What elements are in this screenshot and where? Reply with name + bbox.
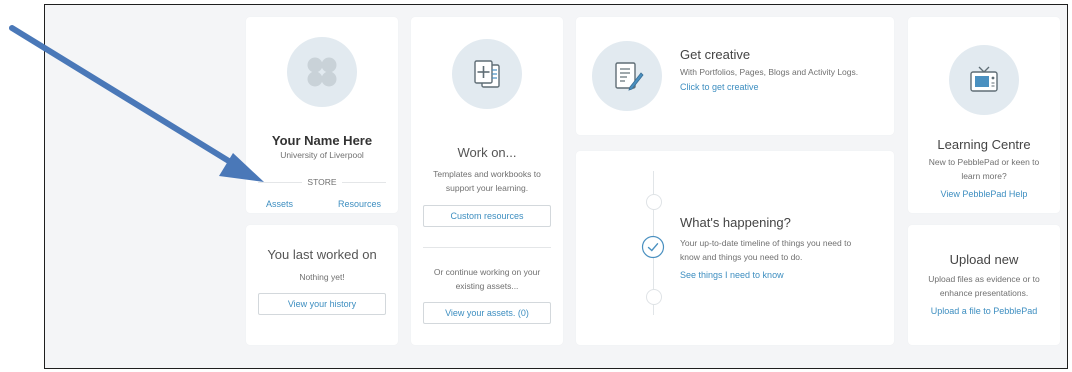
last-worked-title: You last worked on: [267, 247, 377, 262]
store-divider-right: [342, 182, 386, 183]
resources-link[interactable]: Resources: [338, 199, 381, 209]
dashboard-frame: Your Name Here University of Liverpool S…: [44, 4, 1068, 369]
upload-title: Upload new: [949, 252, 1019, 267]
profile-card: Your Name Here University of Liverpool S…: [246, 17, 398, 213]
whats-happening-description-1: Your up-to-date timeline of things you n…: [680, 238, 852, 248]
learning-centre-description-1: New to PebblePad or keen to: [928, 157, 1040, 167]
pebblepad-help-link[interactable]: View PebblePad Help: [908, 189, 1060, 199]
avatar[interactable]: [287, 37, 357, 107]
work-on-divider: [423, 247, 551, 248]
get-creative-card: Get creative With Portfolios, Pages, Blo…: [576, 17, 894, 135]
work-on-description-1: Templates and workbooks to: [433, 169, 541, 179]
timeline-check-icon: [641, 235, 665, 259]
edit-document-icon: [615, 62, 644, 91]
continue-text-1: Or continue working on your: [433, 267, 541, 277]
upload-description-1: Upload files as evidence or to: [928, 274, 1040, 284]
get-creative-icon-circle: [592, 41, 662, 111]
work-on-description-2: support your learning.: [445, 183, 529, 193]
whats-happening-card: What's happening? Your up-to-date timeli…: [576, 151, 894, 345]
learning-centre-description-2: learn more?: [961, 171, 1007, 181]
upload-card: Upload new Upload files as evidence or t…: [908, 225, 1060, 345]
store-divider-left: [258, 182, 302, 183]
assets-link[interactable]: Assets: [266, 199, 293, 209]
last-worked-card: You last worked on Nothing yet! View you…: [246, 225, 398, 345]
get-creative-link[interactable]: Click to get creative: [680, 82, 759, 92]
timeline-dot-future: [646, 289, 662, 305]
profile-name: Your Name Here: [271, 133, 373, 148]
get-creative-title: Get creative: [680, 47, 751, 62]
get-creative-description: With Portfolios, Pages, Blogs and Activi…: [680, 67, 859, 77]
whats-happening-description-2: know and things you need to do.: [680, 252, 803, 262]
work-on-icon-circle: [452, 39, 522, 109]
work-on-title: Work on...: [457, 145, 517, 160]
tv-icon: [970, 66, 998, 92]
view-history-button[interactable]: View your history: [258, 293, 386, 315]
add-document-icon: [474, 60, 500, 88]
learning-centre-icon-circle: [949, 45, 1019, 115]
store-label: STORE: [307, 177, 337, 187]
timeline-dot-past: [646, 194, 662, 210]
view-assets-button[interactable]: View your assets. (0): [423, 302, 551, 324]
learning-centre-card: Learning Centre New to PebblePad or keen…: [908, 17, 1060, 213]
work-on-card: Work on... Templates and workbooks to su…: [411, 17, 563, 345]
upload-description-2: enhance presentations.: [939, 288, 1029, 298]
whats-happening-link[interactable]: See things I need to know: [680, 270, 784, 280]
upload-file-link[interactable]: Upload a file to PebblePad: [908, 306, 1060, 316]
learning-centre-title: Learning Centre: [937, 137, 1031, 152]
continue-text-2: existing assets...: [455, 281, 519, 291]
whats-happening-title: What's happening?: [680, 215, 791, 230]
profile-institution: University of Liverpool: [280, 150, 364, 160]
avatar-placeholder-icon: [307, 57, 337, 87]
last-worked-status: Nothing yet!: [299, 272, 345, 282]
custom-resources-button[interactable]: Custom resources: [423, 205, 551, 227]
